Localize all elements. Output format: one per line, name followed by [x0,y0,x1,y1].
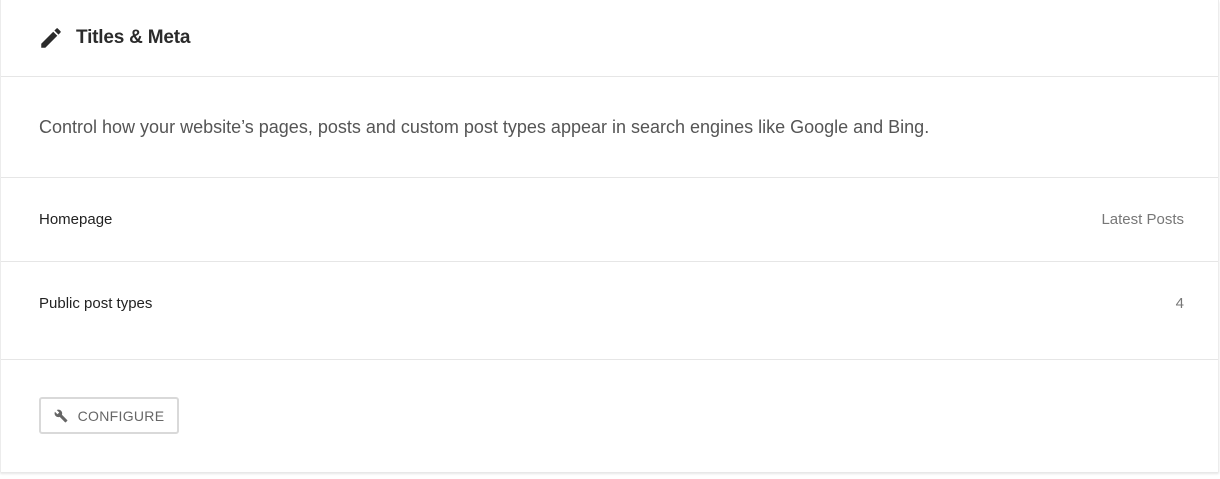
setting-value-public-post-types: 4 [1175,295,1184,312]
setting-row-homepage: Homepage Latest Posts [1,178,1218,262]
wrench-icon [54,409,68,423]
setting-label-homepage: Homepage [39,211,113,228]
setting-label-public-post-types: Public post types [39,295,153,312]
titles-meta-card: Titles & Meta Control how your website’s… [0,0,1219,472]
setting-value-homepage: Latest Posts [1101,211,1184,228]
pencil-icon [38,25,64,51]
card-description: Control how your website’s pages, posts … [1,77,1218,178]
configure-button[interactable]: CONFIGURE [39,397,179,434]
card-title: Titles & Meta [76,27,191,48]
configure-button-label: CONFIGURE [77,407,165,424]
setting-row-public-post-types: Public post types 4 [1,262,1218,360]
card-header: Titles & Meta [1,0,1218,77]
card-footer: CONFIGURE [1,360,1218,471]
